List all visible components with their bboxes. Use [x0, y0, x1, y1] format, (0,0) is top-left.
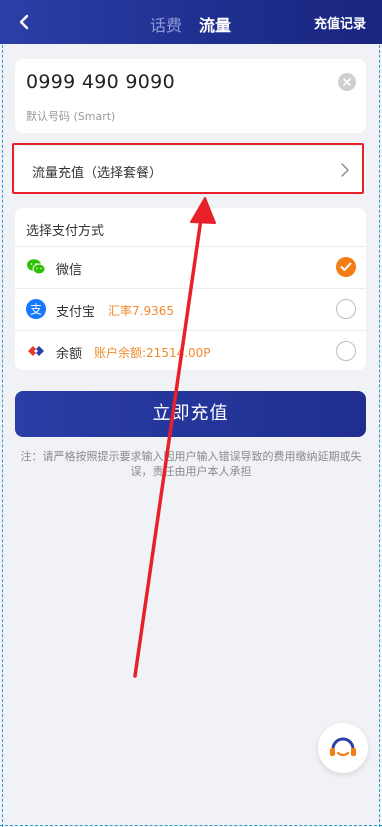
payment-option-wechat[interactable]: 微信	[15, 246, 366, 288]
phone-number-input[interactable]	[26, 71, 326, 93]
tab-phone-credit[interactable]: 话费	[150, 12, 182, 36]
radio-selected[interactable]	[336, 257, 356, 277]
disclaimer-note: 注：请严格按照提示要求输入因用户输入错误导致的费用缴纳延期或失误，责任由用户本人…	[20, 450, 362, 478]
payment-option-label: 微信	[56, 263, 83, 278]
radio-unselected[interactable]	[336, 341, 356, 361]
account-balance-text: 账户余额:21514.00P	[94, 346, 211, 360]
frame-edge-bottom	[0, 825, 382, 826]
radio-unselected[interactable]	[336, 299, 356, 319]
payment-method-card: 选择支付方式 微信 支 支付宝 汇率7.9365 余额 账户余额:21514.0…	[15, 208, 366, 370]
headset-icon	[330, 737, 356, 757]
svg-text:支: 支	[30, 303, 42, 317]
checkmark-icon	[340, 262, 352, 271]
payment-option-alipay[interactable]: 支 支付宝 汇率7.9365	[15, 288, 366, 330]
recharge-history-link[interactable]: 充值记录	[314, 13, 366, 32]
recharge-now-button[interactable]: 立即充值	[15, 391, 366, 437]
carrier-label: 默认号码 (Smart)	[26, 110, 116, 123]
tab-data[interactable]: 流量	[199, 12, 231, 36]
close-icon	[343, 78, 351, 86]
payment-option-label: 支付宝	[56, 305, 96, 320]
phone-number-card: 默认号码 (Smart)	[15, 59, 366, 133]
top-bar: 话费 流量 充值记录	[0, 0, 382, 44]
payment-option-balance[interactable]: 余额 账户余额:21514.00P	[15, 330, 366, 372]
wechat-icon	[27, 259, 46, 275]
frame-edge-left	[2, 0, 3, 827]
exchange-rate-text: 汇率7.9365	[108, 304, 174, 318]
highlight-annotation-box	[12, 143, 364, 194]
payment-option-label: 余额	[56, 347, 83, 362]
payment-title: 选择支付方式	[26, 224, 105, 239]
clear-input-button[interactable]	[338, 73, 356, 91]
balance-icon	[28, 346, 44, 356]
back-button[interactable]	[12, 8, 36, 36]
alipay-icon: 支	[26, 299, 46, 319]
frame-edge-right	[379, 0, 380, 827]
customer-service-button[interactable]	[318, 723, 368, 773]
chevron-left-icon	[19, 14, 29, 30]
